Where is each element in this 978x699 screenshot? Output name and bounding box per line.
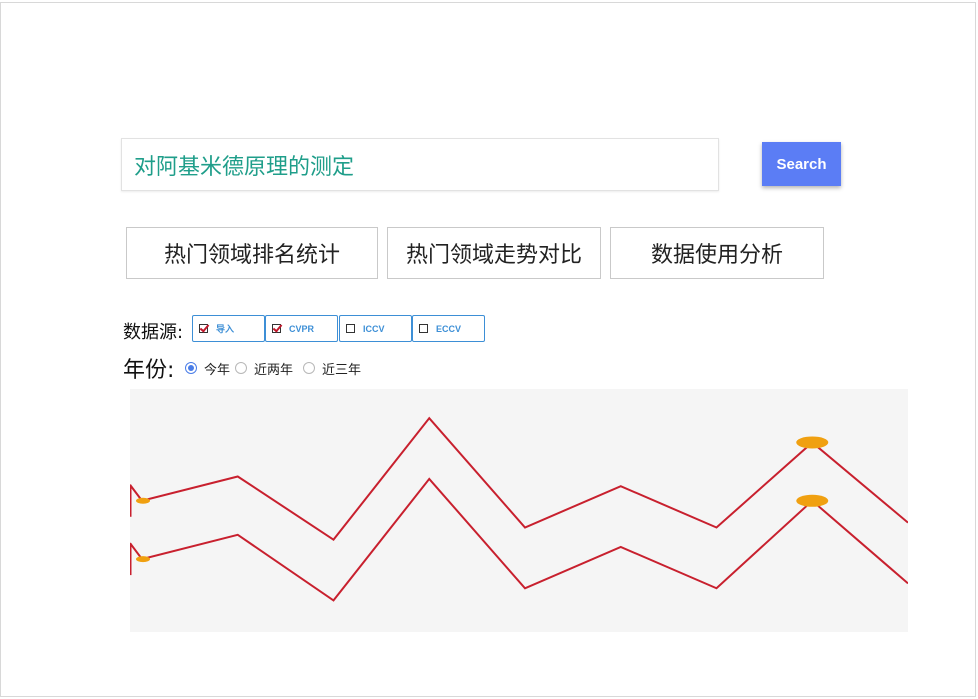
nav-button-data-usage[interactable]: 数据使用分析 bbox=[610, 227, 824, 279]
trend-chart bbox=[130, 389, 908, 632]
nav-button-field-trend[interactable]: 热门领域走势对比 bbox=[387, 227, 601, 279]
year-option-label: 今年 bbox=[204, 362, 231, 378]
datasource-option-iccv[interactable]: ICCV bbox=[339, 315, 412, 342]
datasource-option-label: CVPR bbox=[289, 323, 315, 334]
series-marker bbox=[136, 556, 150, 563]
radio-icon[interactable] bbox=[235, 362, 247, 374]
checkbox-icon[interactable] bbox=[272, 324, 281, 333]
series-marker bbox=[136, 497, 150, 504]
checkbox-icon[interactable] bbox=[419, 324, 428, 333]
radio-icon[interactable] bbox=[303, 362, 315, 374]
series-marker bbox=[796, 494, 829, 507]
year-option-label: 近两年 bbox=[254, 362, 294, 378]
series-marker bbox=[796, 436, 829, 449]
radio-icon[interactable] bbox=[185, 362, 197, 374]
datasource-option-label: ICCV bbox=[363, 323, 385, 334]
series-line-1 bbox=[130, 477, 908, 602]
nav-button-field-ranking[interactable]: 热门领域排名统计 bbox=[126, 227, 378, 279]
year-option-two-years[interactable]: 近两年 bbox=[235, 360, 294, 378]
datasource-option-label: ECCV bbox=[436, 323, 462, 334]
year-option-this-year[interactable]: 今年 bbox=[185, 360, 231, 378]
year-option-three-years[interactable]: 近三年 bbox=[303, 360, 362, 378]
search-button[interactable]: Search bbox=[762, 142, 841, 186]
checkbox-icon[interactable] bbox=[199, 324, 208, 333]
datasource-option-label: 导入 bbox=[216, 324, 235, 334]
datasource-option-import[interactable]: 导入 bbox=[192, 315, 265, 342]
series-line-0 bbox=[130, 416, 908, 542]
datasource-option-cvpr[interactable]: CVPR bbox=[265, 315, 338, 342]
datasource-label: 数据源: bbox=[123, 322, 184, 343]
search-input[interactable] bbox=[122, 139, 718, 190]
datasource-option-eccv[interactable]: ECCV bbox=[412, 315, 485, 342]
checkbox-icon[interactable] bbox=[346, 324, 355, 333]
year-label: 年份: bbox=[123, 358, 175, 383]
year-option-label: 近三年 bbox=[322, 362, 362, 378]
search-box[interactable] bbox=[121, 138, 719, 191]
trend-chart-svg bbox=[130, 416, 908, 602]
